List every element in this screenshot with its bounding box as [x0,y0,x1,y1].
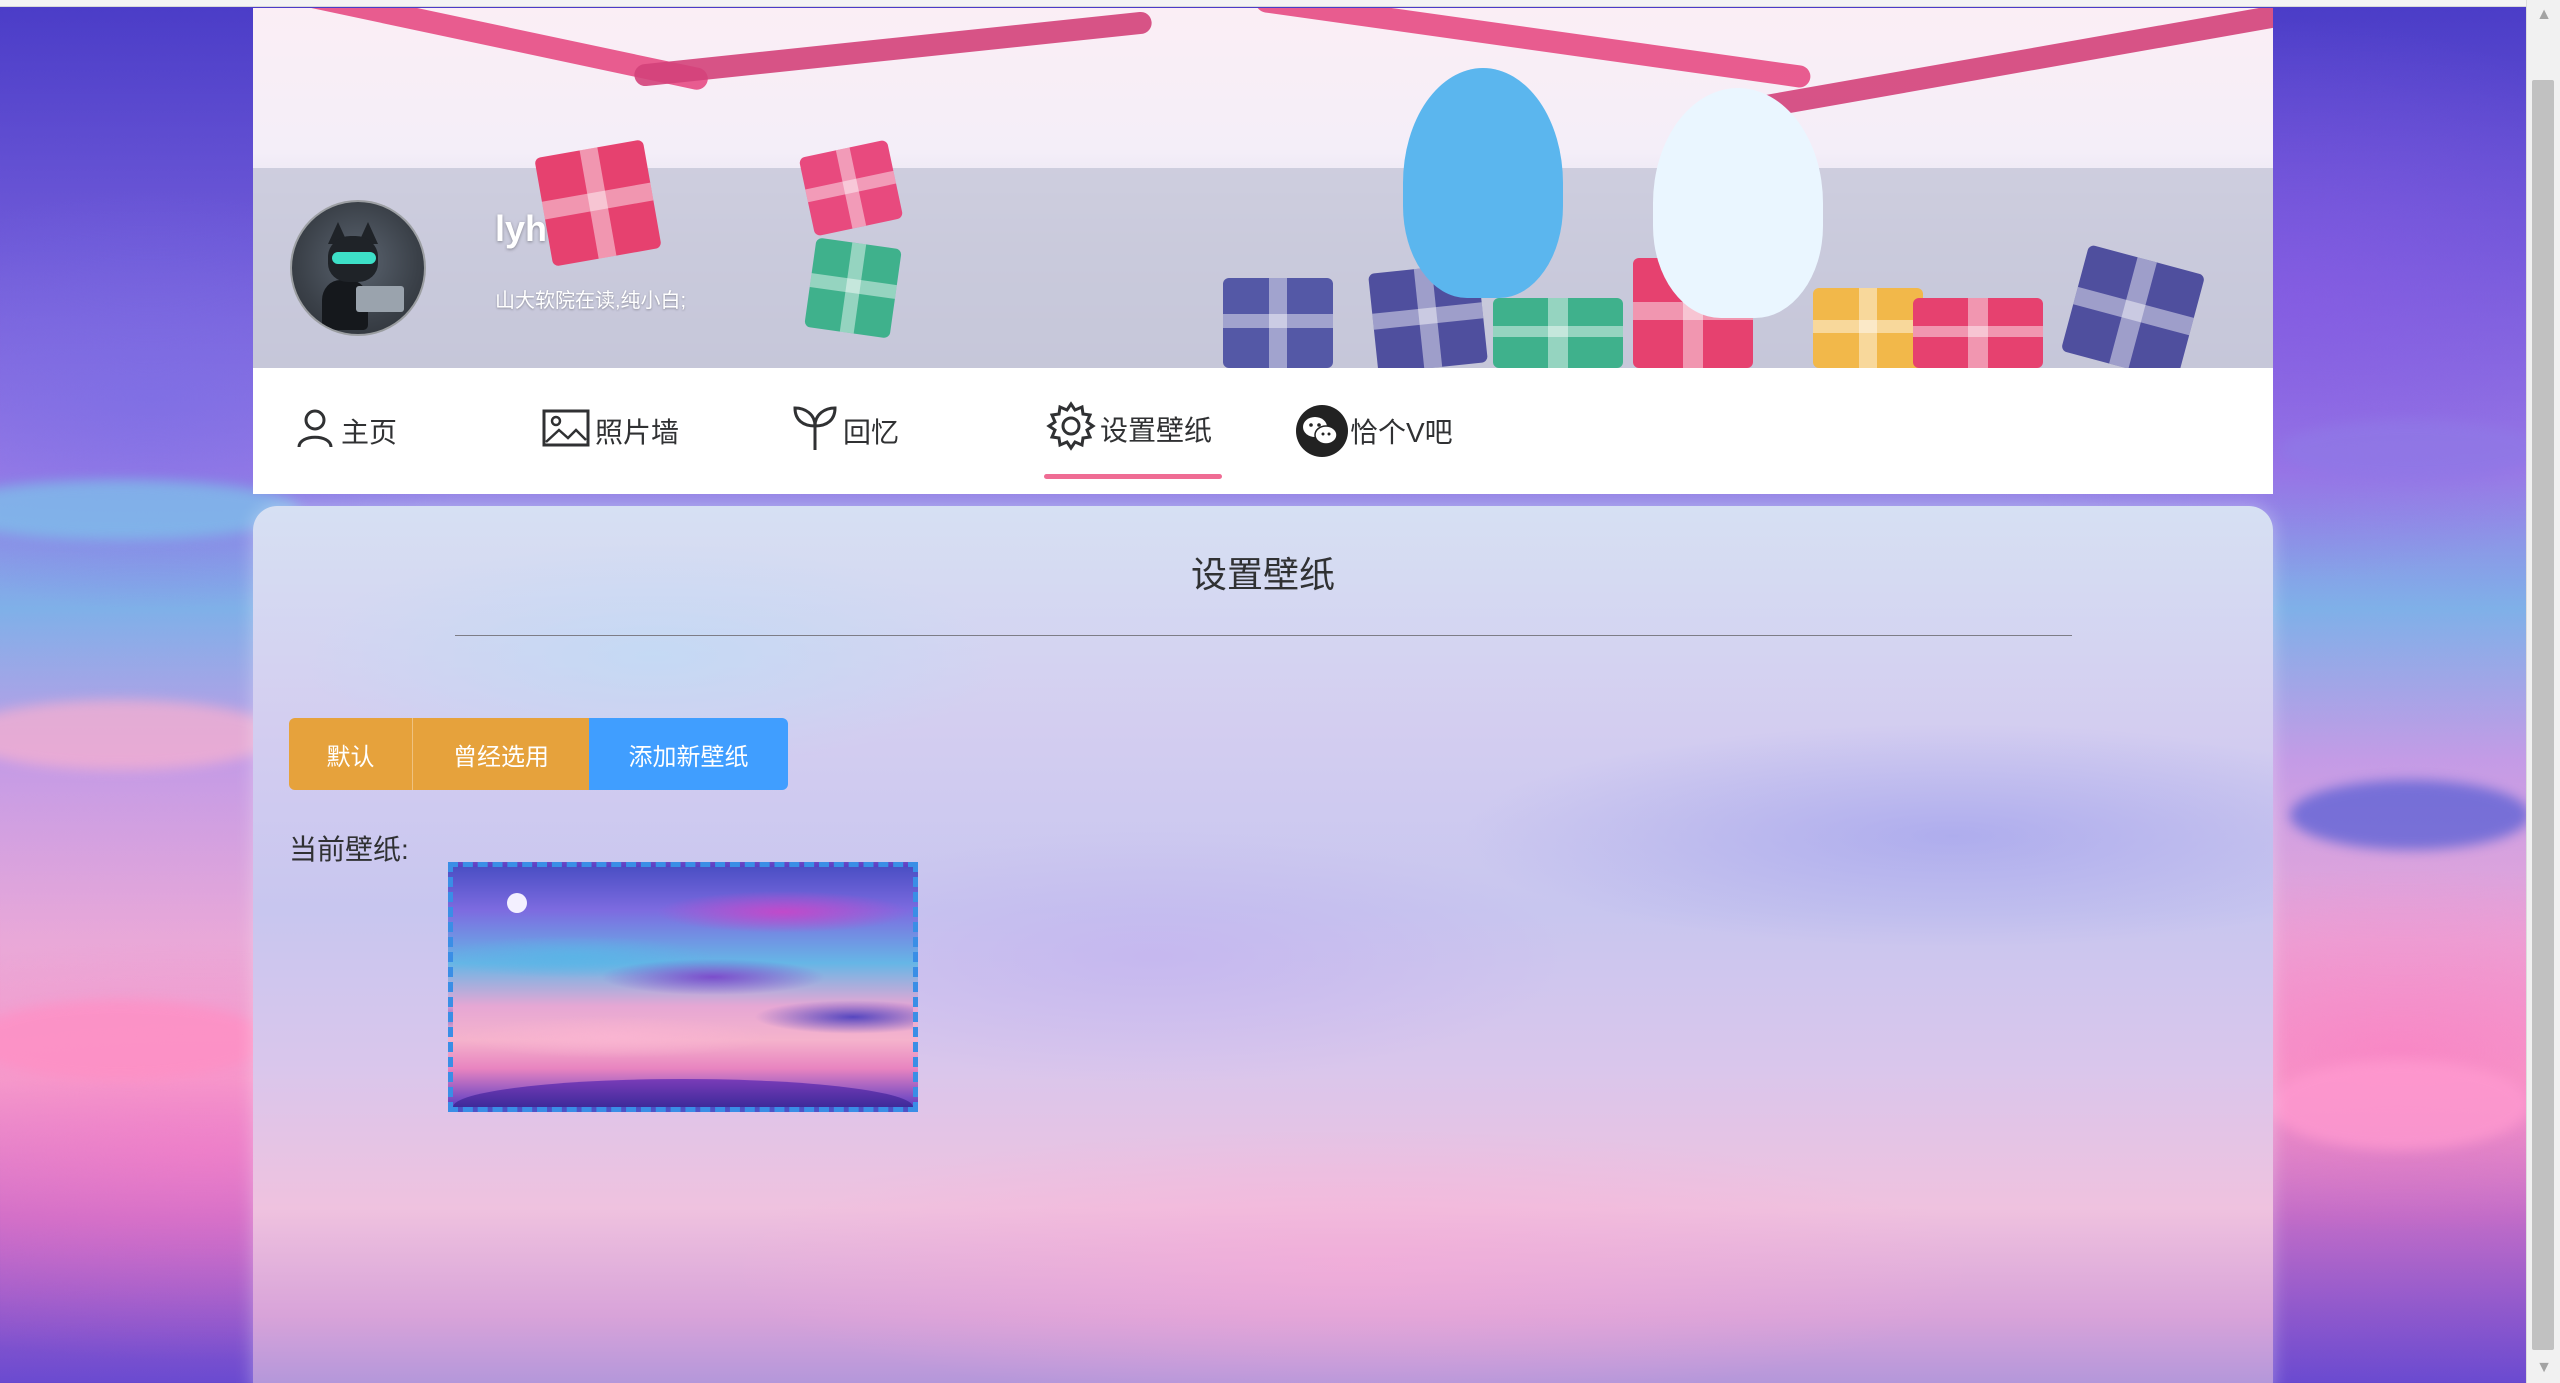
default-wallpaper-button[interactable]: 默认 [289,718,413,790]
scroll-up-icon[interactable]: ▲ [2527,0,2560,30]
nav-item-set-wallpaper[interactable]: 设置壁纸 [1046,400,1213,454]
wallpaper-button-group: 默认 曾经选用 添加新壁纸 [289,718,788,790]
current-wallpaper-thumbnail[interactable] [448,862,918,1112]
banner-gift [804,237,902,339]
moon-shape [507,893,527,913]
banner-gift [1913,298,2043,368]
nav-label: 主页 [341,417,398,448]
scrollbar-thumb[interactable] [2532,80,2554,1350]
vertical-scrollbar[interactable]: ▲ ▼ [2526,0,2560,1383]
nav-item-photo-wall[interactable]: 照片墙 [541,406,679,456]
panel-title: 设置壁纸 [1190,554,1335,595]
panel-divider [455,635,2072,636]
nav-label: 回忆 [843,417,900,448]
header-banner [253,8,2273,368]
nav-label: 恰个V吧 [1350,417,1453,448]
bg-cloud [0,700,280,770]
banner-gift [1223,278,1333,368]
bg-cloud [2280,420,2540,480]
sprout-icon [791,404,843,459]
avatar[interactable] [290,200,426,336]
gear-icon [1046,400,1100,458]
user-icon [293,406,341,457]
current-wallpaper-label: 当前壁纸: [289,834,409,865]
nav-label: 照片墙 [595,417,680,448]
wallpaper-panel: 设置壁纸 默认 曾经选用 添加新壁纸 当前壁纸: [253,506,2273,1383]
hills-shape [453,1079,913,1107]
banner-character-blue [1403,68,1563,298]
nav-item-memories[interactable]: 回忆 [791,404,900,459]
bg-cloud [0,1000,270,1080]
bg-cloud [2290,780,2530,850]
browser-top-edge [0,0,2526,7]
wechat-icon [1296,405,1348,457]
nav-item-home[interactable]: 主页 [293,406,397,456]
image-icon [541,406,595,457]
nav-item-wechat[interactable]: 恰个V吧 [1296,405,1453,457]
main-nav: 主页 照片墙 回忆 设置壁纸 恰个V吧 [253,368,2273,494]
banner-gift [1493,298,1623,368]
banner-ribbon [1755,8,2273,119]
add-wallpaper-button[interactable]: 添加新壁纸 [589,718,788,790]
banner-ribbon [633,10,1153,88]
user-name: lyh [495,208,548,249]
bg-cloud [2270,1060,2530,1150]
scroll-down-icon[interactable]: ▼ [2527,1353,2560,1383]
banner-gift [534,139,662,267]
nav-label: 设置壁纸 [1100,415,1213,446]
previously-used-button[interactable]: 曾经选用 [413,718,589,790]
user-bio: 山大软院在读,纯小白; [495,290,687,312]
banner-ribbon [1254,8,1812,89]
active-tab-underline [1044,474,1222,479]
banner-gift [1813,288,1923,368]
banner-character-white [1653,88,1823,318]
